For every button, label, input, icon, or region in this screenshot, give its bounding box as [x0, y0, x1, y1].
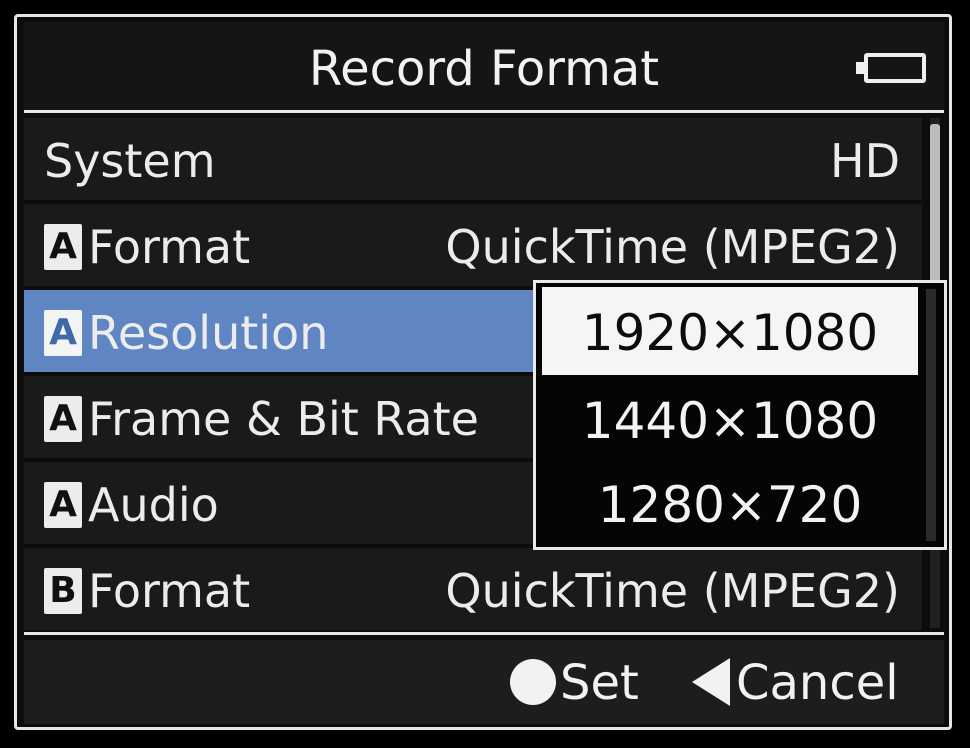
footer-divider	[24, 632, 944, 635]
menu-item-value: QuickTime (MPEG2)	[445, 220, 900, 274]
menu-item-label: System	[44, 134, 216, 188]
menu-item-a-format[interactable]: A Format QuickTime (MPEG2)	[24, 204, 922, 286]
slot-b-icon: B	[44, 567, 82, 614]
slot-a-icon: A	[44, 395, 82, 442]
set-button[interactable]: Set	[510, 652, 639, 712]
resolution-option[interactable]: 1440×1080	[542, 375, 918, 463]
menu-item-value: HD	[829, 134, 900, 188]
resolution-option[interactable]: 1280×720	[542, 459, 918, 547]
slot-a-icon: A	[44, 309, 82, 356]
menu-item-b-format[interactable]: B Format QuickTime (MPEG2)	[24, 548, 922, 630]
page-title: Record Format	[308, 41, 660, 97]
menu-item-label: Resolution	[88, 306, 329, 360]
menu-item-label: Format	[88, 220, 251, 274]
button-bar: Set Cancel	[24, 640, 944, 724]
cancel-label: Cancel	[736, 655, 899, 711]
resolution-option[interactable]: 1920×1080	[542, 287, 918, 375]
left-triangle-icon	[692, 658, 730, 706]
title-bar: Record Format	[24, 22, 944, 110]
cancel-button[interactable]: Cancel	[692, 652, 899, 712]
menu-item-value: QuickTime (MPEG2)	[445, 564, 900, 618]
menu-item-system[interactable]: System HD	[24, 118, 922, 200]
set-label: Set	[560, 655, 639, 711]
header-divider	[24, 110, 944, 113]
scrollbar-thumb[interactable]	[930, 124, 940, 284]
slot-a-icon: A	[44, 223, 82, 270]
menu-item-label: Frame & Bit Rate	[88, 392, 479, 446]
battery-icon	[856, 53, 926, 83]
menu-item-label: Audio	[88, 478, 219, 532]
circle-icon	[510, 659, 556, 705]
slot-a-icon: A	[44, 481, 82, 528]
resolution-dropdown: 1920×1080 1440×1080 1280×720	[533, 280, 947, 550]
dropdown-scrollbar[interactable]	[926, 289, 936, 541]
menu-item-label: Format	[88, 564, 251, 618]
